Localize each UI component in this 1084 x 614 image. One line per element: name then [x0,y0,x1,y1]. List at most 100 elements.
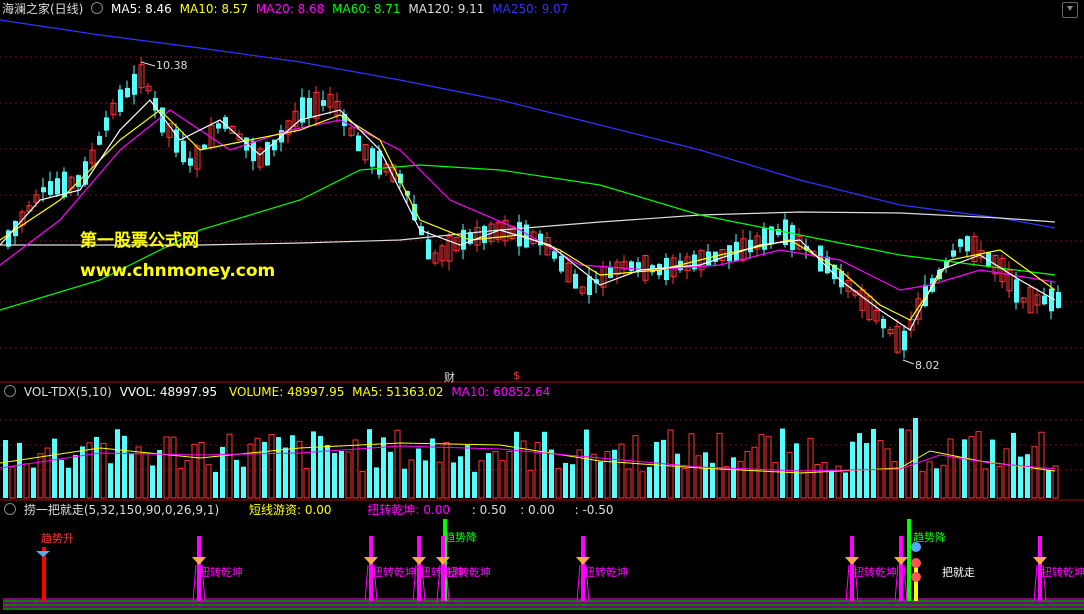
volume-bar [465,445,470,498]
volume-bar [234,459,239,498]
volume-bar [332,452,337,498]
price-panel[interactable]: 海澜之家(日线) MA5: 8.46 MA10: 8.57 MA20: 8.68… [0,0,1084,384]
signal-trend-down: 趋势降 [444,531,477,544]
volume-bar [241,466,246,498]
volume-bar [968,436,975,499]
volume-bar [59,459,64,498]
volume-bar [478,460,485,499]
volume-bar [31,467,36,498]
volume-bar [374,467,379,498]
twist-bar [899,536,903,601]
candle-body [216,123,221,129]
signal-twist: 扭转乾坤 [372,566,416,579]
candle-body [587,276,592,296]
volume-bar [367,429,372,498]
high-price-label: 10.38 [156,59,188,72]
volume-bar [744,450,751,499]
candle-body [426,239,431,260]
volume-bar [990,439,995,498]
volume-bar [436,461,443,499]
cone-line [364,564,369,602]
volume-bar [982,468,989,499]
low-pointer [902,359,915,365]
candle-body [552,251,557,259]
volume-bar [731,457,736,498]
volume-bar [542,431,547,498]
indicator-chart[interactable] [0,501,1084,614]
volume-bar [947,438,954,499]
volume-bar [254,437,261,499]
volume-bar [563,462,568,498]
candle-body [188,158,193,166]
volume-bar [381,437,386,498]
volume-bar [37,453,44,499]
volume-chart[interactable] [0,383,1084,501]
volume-bar [150,465,155,498]
volume-bar [864,442,869,498]
volume-bar [9,466,16,499]
volume-bar [758,434,765,499]
candle-body [1049,288,1054,312]
candle-body [104,117,109,131]
volume-bar [359,470,366,499]
volume-bar [157,450,162,498]
volume-bar [388,451,393,498]
low-price-label: 8.02 [915,359,940,372]
volume-bar [80,446,85,498]
volume-bar [1003,448,1010,499]
volume-bar [423,460,428,498]
volume-bar [213,471,218,498]
volume-bar [962,439,967,498]
volume-bar [1046,469,1051,498]
face-icon [911,558,921,568]
volume-bar [514,431,519,498]
volume-bar [821,461,828,499]
volume-bar [506,450,513,499]
volume-bar [555,467,562,499]
trend-down-bar [907,519,911,601]
signal-twist: 扭转乾坤 [447,566,491,579]
volume-bar [276,437,281,498]
signal-trend-up: 趋势升 [41,532,74,545]
candle-body [118,89,123,112]
volume-bar [247,443,254,499]
volume-bar [723,466,730,499]
volume-bar [675,453,680,498]
candle-body [902,330,907,351]
signal-go: 把就走 [942,566,975,579]
volume-bar [283,447,288,498]
indicator-panel[interactable]: 捞一把就走(5,32,150,90,0,26,9,1) 短线游资: 0.00 扭… [0,501,1084,614]
candle-body [377,150,382,175]
volume-panel[interactable]: VOL-TDX(5,10) VVOL: 48997.95 VOLUME: 489… [0,383,1084,501]
volume-bar [499,460,506,499]
signal-trend-down: 趋势降 [913,531,946,544]
ma250-line [0,19,1056,229]
volume-bar [402,468,407,498]
volume-bar [899,428,904,498]
candle-body [265,142,270,166]
candle-body [881,318,886,329]
volume-bar [829,469,834,498]
volume-bar [135,446,142,499]
candle-body [517,222,522,247]
volume-bar [639,471,646,499]
volume-bar [661,439,666,498]
volume-bar [843,472,848,498]
candle-body [629,261,634,271]
volume-bar [549,449,554,498]
cone-line [845,564,850,602]
face-icon [911,572,921,582]
volume-bar [590,453,597,499]
price-chart[interactable] [0,0,1084,383]
volume-bar [647,466,652,498]
volume-bar [1031,446,1038,499]
volume-bar [17,442,22,498]
candle-body [125,87,130,98]
marker-dollar[interactable]: $ [513,369,520,382]
volume-bar [1038,431,1045,499]
volume-bar [52,438,57,498]
candle-body [461,229,466,250]
candle-body [1014,279,1019,303]
signal-twist: 扭转乾坤 [1041,566,1084,579]
volume-bar [954,456,961,499]
